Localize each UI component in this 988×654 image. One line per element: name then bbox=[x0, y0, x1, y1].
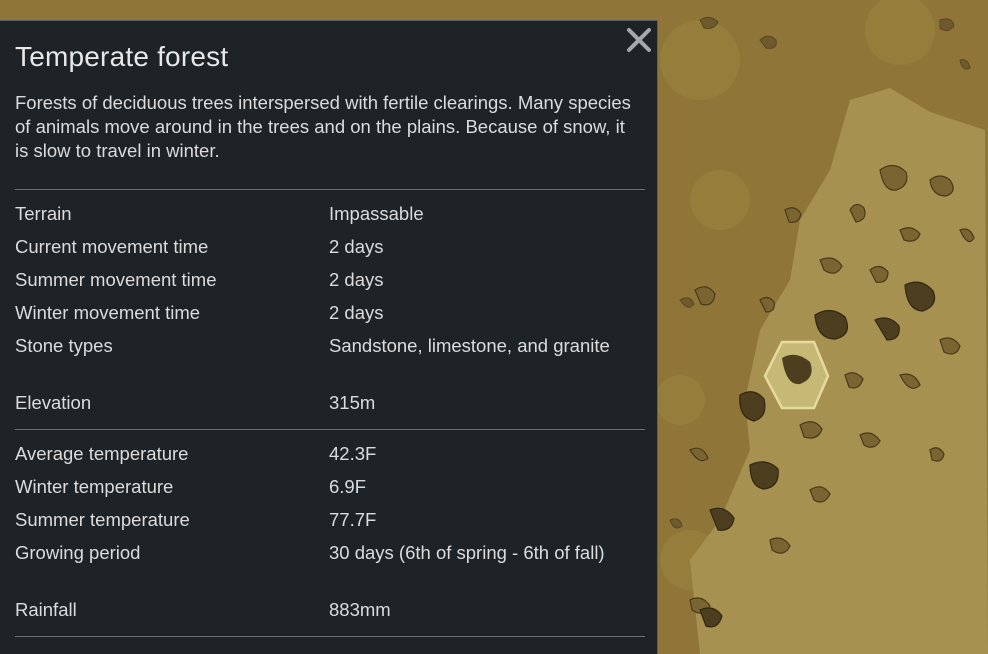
close-button[interactable] bbox=[622, 23, 656, 57]
stat-label: Stone types bbox=[15, 335, 113, 356]
stat-label: Growing period bbox=[15, 542, 141, 563]
stat-label: Current movement time bbox=[15, 236, 209, 257]
divider bbox=[15, 636, 645, 637]
stat-label: Summer temperature bbox=[15, 509, 190, 530]
divider bbox=[15, 429, 645, 430]
stat-label: Rainfall bbox=[15, 599, 77, 620]
stat-value: 2 days bbox=[329, 269, 384, 290]
stat-label: Summer movement time bbox=[15, 269, 217, 290]
stat-label: Elevation bbox=[15, 392, 92, 413]
tile-description: Forests of deciduous trees interspersed … bbox=[15, 92, 631, 161]
stat-value: 2 days bbox=[329, 236, 384, 257]
stat-value: 883mm bbox=[329, 599, 391, 620]
divider bbox=[15, 189, 645, 190]
stat-value: Sandstone, limestone, and granite bbox=[329, 335, 610, 356]
stat-value: 2 days bbox=[329, 302, 384, 323]
close-icon bbox=[627, 28, 651, 52]
stat-value: 315m bbox=[329, 392, 376, 413]
stat-label: Terrain bbox=[15, 203, 72, 224]
stat-value: 42.3F bbox=[329, 443, 377, 464]
tile-info-panel: Temperate forest Forests of deciduous tr… bbox=[0, 20, 658, 654]
tile-title: Temperate forest bbox=[15, 41, 229, 72]
stat-value: Impassable bbox=[329, 203, 424, 224]
stat-label: Winter movement time bbox=[15, 302, 201, 323]
stat-value: 6.9F bbox=[329, 476, 367, 497]
stat-value: 30 days (6th of spring - 6th of fall) bbox=[329, 542, 605, 563]
stat-label: Average temperature bbox=[15, 443, 189, 464]
stat-label: Winter temperature bbox=[15, 476, 174, 497]
stat-value: 77.7F bbox=[329, 509, 377, 530]
